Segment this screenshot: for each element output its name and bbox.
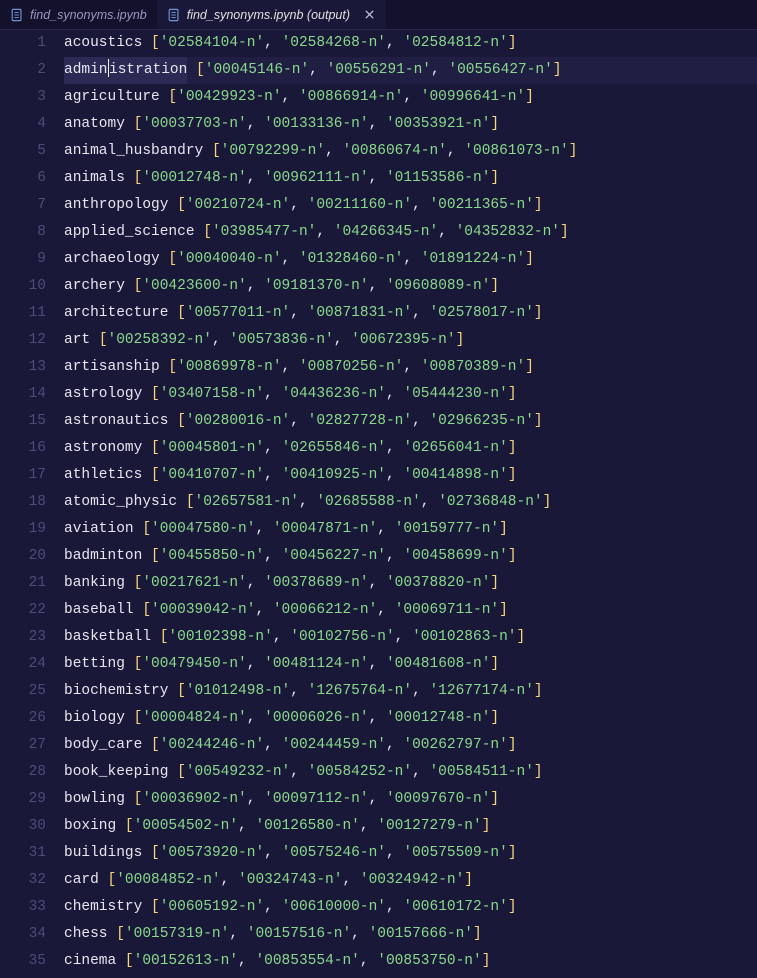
- line-number: 28: [0, 759, 46, 786]
- output-line: bowling ['00036902-n', '00097112-n', '00…: [64, 786, 757, 813]
- output-line: astrology ['03407158-n', '04436236-n', '…: [64, 381, 757, 408]
- line-number: 19: [0, 516, 46, 543]
- line-number: 22: [0, 597, 46, 624]
- output-line: biology ['00004824-n', '00006026-n', '00…: [64, 705, 757, 732]
- line-number: 27: [0, 732, 46, 759]
- line-number: 2: [0, 57, 46, 84]
- output-line: body_care ['00244246-n', '00244459-n', '…: [64, 732, 757, 759]
- output-line: architecture ['00577011-n', '00871831-n'…: [64, 300, 757, 327]
- close-icon[interactable]: [362, 8, 376, 22]
- line-number: 32: [0, 867, 46, 894]
- output-line: athletics ['00410707-n', '00410925-n', '…: [64, 462, 757, 489]
- output-line: chemistry ['00605192-n', '00610000-n', '…: [64, 894, 757, 921]
- output-line: biochemistry ['01012498-n', '12675764-n'…: [64, 678, 757, 705]
- output-line: basketball ['00102398-n', '00102756-n', …: [64, 624, 757, 651]
- line-number: 26: [0, 705, 46, 732]
- output-line: baseball ['00039042-n', '00066212-n', '0…: [64, 597, 757, 624]
- file-icon: [167, 8, 181, 22]
- output-line: animal_husbandry ['00792299-n', '0086067…: [64, 138, 757, 165]
- output-content[interactable]: acoustics ['02584104-n', '02584268-n', '…: [64, 30, 757, 978]
- output-line: animals ['00012748-n', '00962111-n', '01…: [64, 165, 757, 192]
- line-number: 13: [0, 354, 46, 381]
- line-number: 8: [0, 219, 46, 246]
- tab-label: find_synonyms.ipynb: [30, 8, 147, 22]
- file-icon: [10, 8, 24, 22]
- line-number: 4: [0, 111, 46, 138]
- line-gutter: 1234567891011121314151617181920212223242…: [0, 30, 64, 978]
- output-line: applied_science ['03985477-n', '04266345…: [64, 219, 757, 246]
- output-line: artisanship ['00869978-n', '00870256-n',…: [64, 354, 757, 381]
- output-line: anatomy ['00037703-n', '00133136-n', '00…: [64, 111, 757, 138]
- output-line: banking ['00217621-n', '00378689-n', '00…: [64, 570, 757, 597]
- line-number: 29: [0, 786, 46, 813]
- tab-label: find_synonyms.ipynb (output): [187, 8, 350, 22]
- tab-0[interactable]: find_synonyms.ipynb: [0, 0, 157, 29]
- line-number: 9: [0, 246, 46, 273]
- output-line: book_keeping ['00549232-n', '00584252-n'…: [64, 759, 757, 786]
- line-number: 1: [0, 30, 46, 57]
- output-line: agriculture ['00429923-n', '00866914-n',…: [64, 84, 757, 111]
- line-number: 34: [0, 921, 46, 948]
- output-line: cinema ['00152613-n', '00853554-n', '008…: [64, 948, 757, 975]
- line-number: 23: [0, 624, 46, 651]
- output-line: administration ['00045146-n', '00556291-…: [64, 57, 757, 84]
- tab-bar: find_synonyms.ipynb find_synonyms.ipynb (…: [0, 0, 757, 30]
- line-number: 6: [0, 165, 46, 192]
- output-line: archaeology ['00040040-n', '01328460-n',…: [64, 246, 757, 273]
- line-number: 30: [0, 813, 46, 840]
- output-line: astronomy ['00045801-n', '02655846-n', '…: [64, 435, 757, 462]
- output-line: chess ['00157319-n', '00157516-n', '0015…: [64, 921, 757, 948]
- output-line: card ['00084852-n', '00324743-n', '00324…: [64, 867, 757, 894]
- line-number: 11: [0, 300, 46, 327]
- line-number: 15: [0, 408, 46, 435]
- output-line: aviation ['00047580-n', '00047871-n', '0…: [64, 516, 757, 543]
- line-number: 10: [0, 273, 46, 300]
- line-number: 17: [0, 462, 46, 489]
- line-number: 12: [0, 327, 46, 354]
- line-number: 20: [0, 543, 46, 570]
- output-line: art ['00258392-n', '00573836-n', '006723…: [64, 327, 757, 354]
- output-line: archery ['00423600-n', '09181370-n', '09…: [64, 273, 757, 300]
- line-number: 5: [0, 138, 46, 165]
- output-line: betting ['00479450-n', '00481124-n', '00…: [64, 651, 757, 678]
- line-number: 18: [0, 489, 46, 516]
- output-line: boxing ['00054502-n', '00126580-n', '001…: [64, 813, 757, 840]
- line-number: 3: [0, 84, 46, 111]
- output-line: acoustics ['02584104-n', '02584268-n', '…: [64, 30, 757, 57]
- line-number: 21: [0, 570, 46, 597]
- output-line: astronautics ['00280016-n', '02827728-n'…: [64, 408, 757, 435]
- tab-1[interactable]: find_synonyms.ipynb (output): [157, 0, 386, 29]
- output-line: buildings ['00573920-n', '00575246-n', '…: [64, 840, 757, 867]
- editor: 1234567891011121314151617181920212223242…: [0, 30, 757, 978]
- output-line: anthropology ['00210724-n', '00211160-n'…: [64, 192, 757, 219]
- line-number: 35: [0, 948, 46, 975]
- line-number: 25: [0, 678, 46, 705]
- output-line: atomic_physic ['02657581-n', '02685588-n…: [64, 489, 757, 516]
- line-number: 33: [0, 894, 46, 921]
- line-number: 7: [0, 192, 46, 219]
- line-number: 24: [0, 651, 46, 678]
- line-number: 31: [0, 840, 46, 867]
- line-number: 16: [0, 435, 46, 462]
- output-line: badminton ['00455850-n', '00456227-n', '…: [64, 543, 757, 570]
- line-number: 14: [0, 381, 46, 408]
